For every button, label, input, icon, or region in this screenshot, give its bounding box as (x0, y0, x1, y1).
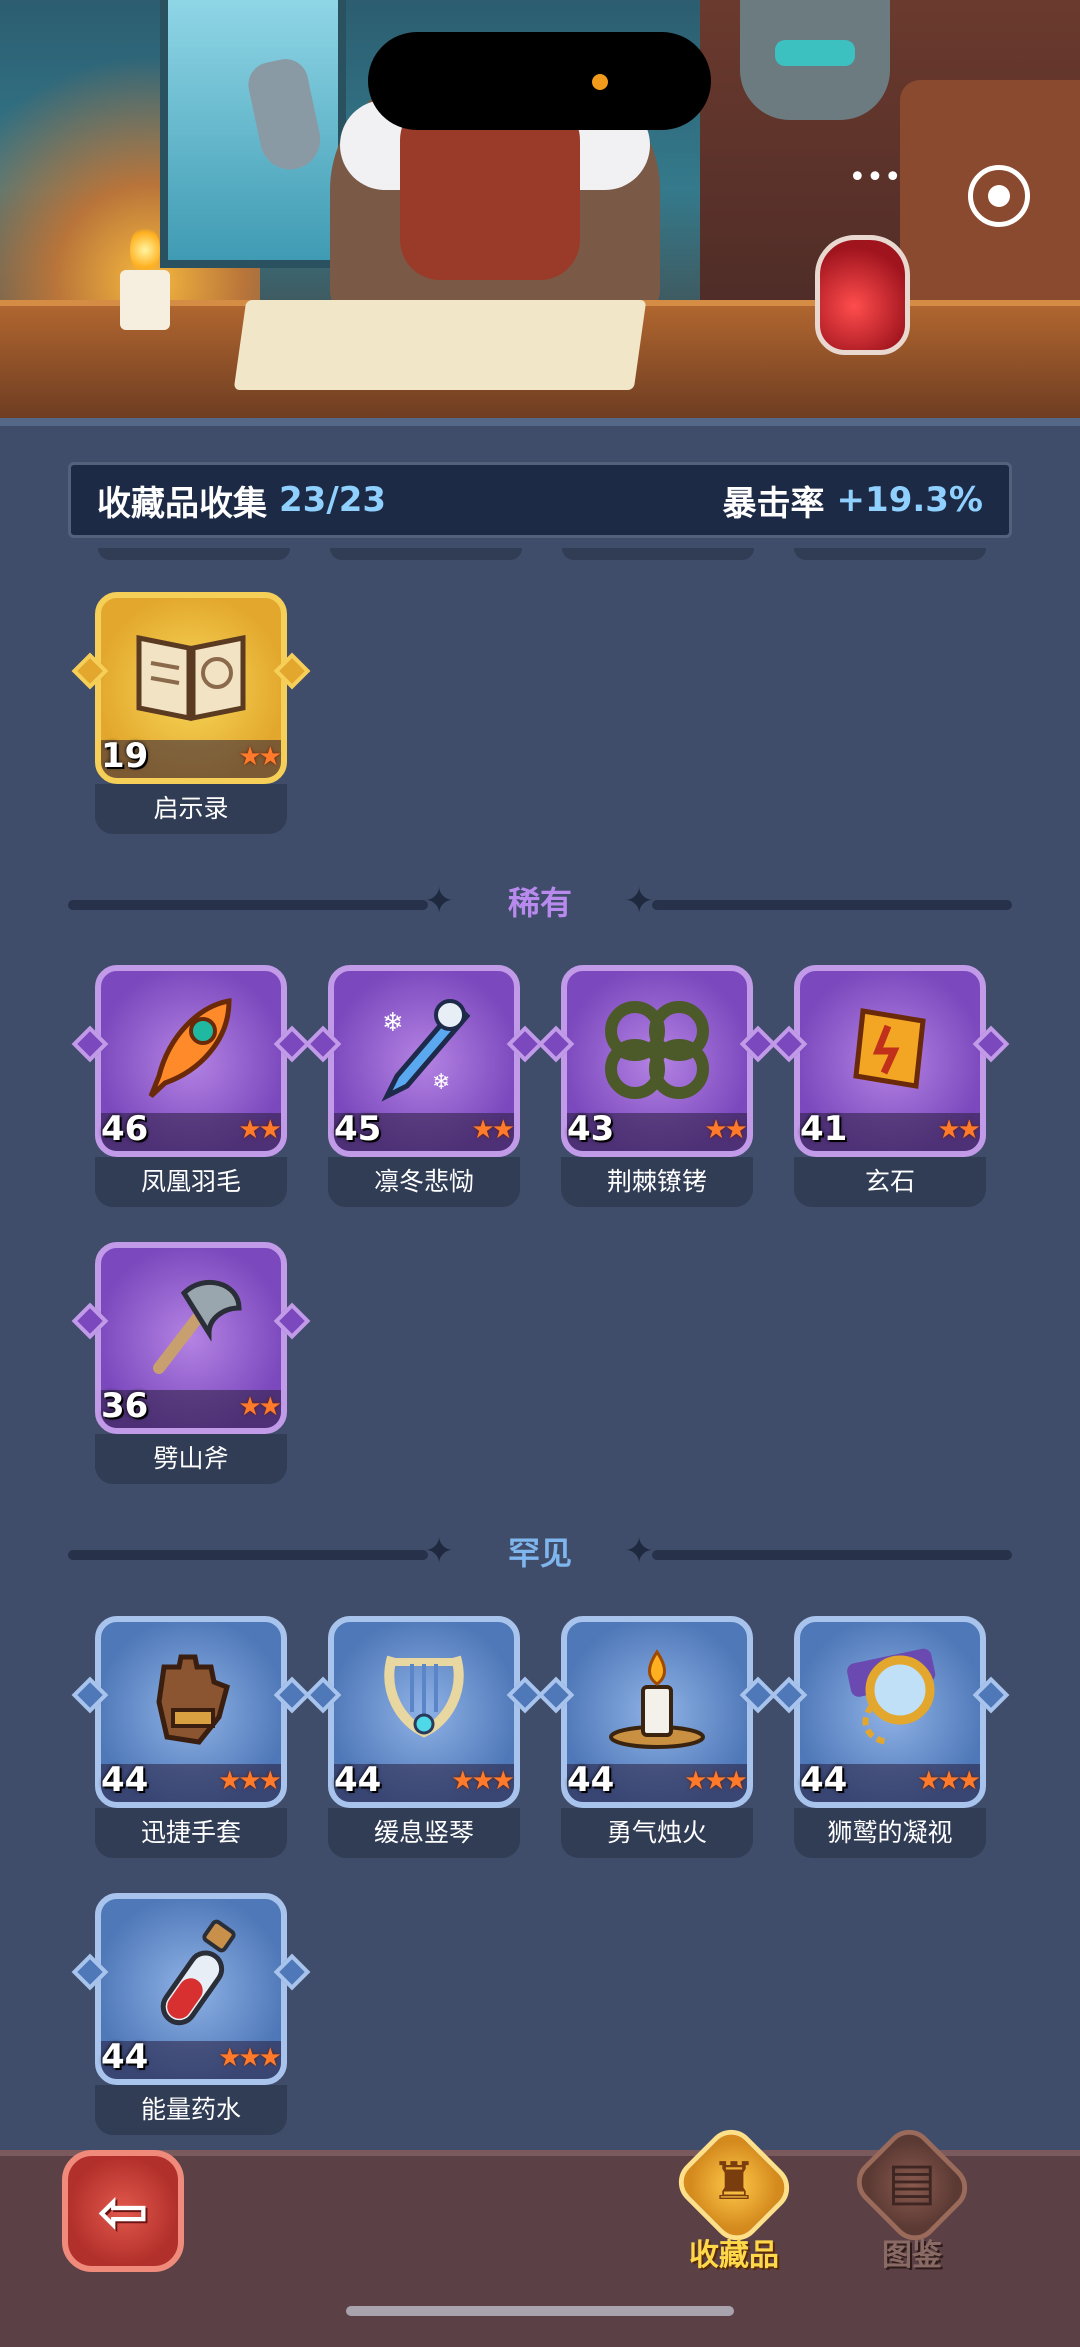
candle-icon (120, 270, 170, 330)
glove-icon (156, 1654, 230, 1745)
book-icon (136, 634, 246, 722)
item-star-rating: ★★ (471, 1115, 515, 1145)
collectible-card-rare-2[interactable]: 44 ★★★ 缓息竖琴 (304, 1616, 544, 1860)
scrolled-item-plate (98, 548, 290, 560)
axe-icon (153, 1279, 242, 1374)
collectible-card-epic-4[interactable]: 41 ★★ 玄石 (770, 965, 1010, 1209)
collection-progress: 23/23 (279, 480, 387, 520)
item-level: 19 (101, 736, 149, 776)
item-name: 劈山斧 (153, 1444, 229, 1473)
item-name: 凤凰羽毛 (140, 1167, 241, 1196)
home-indicator[interactable] (346, 2306, 734, 2316)
collection-title: 收藏品收集 (97, 483, 267, 524)
item-star-rating: ★★★ (684, 1766, 748, 1796)
item-level: 44 (800, 1760, 848, 1800)
scrolled-item-plate (794, 548, 986, 560)
feather-icon (148, 998, 232, 1098)
monocle-icon (847, 1648, 936, 1745)
item-star-rating: ★★ (238, 1392, 282, 1422)
tab-collection[interactable]: ♜ 收藏品 (664, 2119, 804, 2273)
item-level: 45 (334, 1109, 382, 1149)
book-icon: ▤ (887, 2152, 937, 2212)
candle-icon (609, 1649, 705, 1749)
tab-codex[interactable]: ▤ 图鉴 (842, 2119, 982, 2273)
item-name: 能量药水 (140, 2095, 241, 2124)
tab-collection-label: 收藏品 (689, 2238, 779, 2273)
item-star-rating: ★★ (238, 742, 282, 772)
potion-icon (160, 1919, 236, 2026)
item-level: 46 (101, 1109, 149, 1149)
item-name: 启示录 (153, 794, 229, 823)
section-divider-rare: ✦ ✦ 罕见 (68, 1530, 1012, 1576)
item-name: 玄石 (864, 1167, 915, 1196)
rune-stone-icon (853, 1008, 926, 1089)
collectible-card-epic-5[interactable]: 36 ★★ 劈山斧 (71, 1242, 311, 1486)
section-title-rare: 罕见 (507, 1534, 572, 1572)
collectible-card-rare-3[interactable]: 44 ★★★ 勇气烛火 (537, 1616, 777, 1860)
item-star-rating: ★★ (238, 1115, 282, 1145)
collectible-card-epic-2[interactable]: ❄ ❄ 45 ★★ 凛冬悲恸 (304, 965, 544, 1209)
item-name: 勇气烛火 (606, 1818, 707, 1847)
panel-edge (0, 418, 1080, 426)
item-star-rating: ★★ (704, 1115, 748, 1145)
svg-text:❄: ❄ (432, 1070, 450, 1095)
item-level: 43 (567, 1109, 615, 1149)
section-title-epic: 稀有 (507, 884, 572, 922)
back-button[interactable]: ⇦ (62, 2150, 184, 2272)
tiki-mask-eyes (775, 40, 855, 66)
more-options-button[interactable]: ••• (845, 160, 905, 195)
collectible-card-rare-1[interactable]: 44 ★★★ 迅捷手套 (71, 1616, 311, 1860)
item-level: 44 (101, 1760, 149, 1800)
collectible-card-rare-5[interactable]: 44 ★★★ 能量药水 (71, 1893, 311, 2137)
item-level: 41 (800, 1109, 848, 1149)
collectible-card-legendary-1[interactable]: 19 ★★ 启示录 (71, 592, 311, 836)
svg-text:❄: ❄ (382, 1008, 404, 1038)
section-divider-epic: ✦ ✦ 稀有 (68, 880, 1012, 926)
thorn-shackles-icon (605, 1001, 709, 1099)
item-star-rating: ★★★ (218, 2043, 282, 2073)
collectible-card-epic-3[interactable]: 43 ★★ 荆棘镣铐 (537, 965, 777, 1209)
camera-notch (368, 32, 711, 130)
item-name: 荆棘镣铐 (606, 1167, 707, 1196)
scrolled-item-plate (562, 548, 754, 560)
item-star-rating: ★★★ (218, 1766, 282, 1796)
item-star-rating: ★★★ (451, 1766, 515, 1796)
item-level: 44 (567, 1760, 615, 1800)
frost-sword-icon: ❄ ❄ (381, 999, 471, 1102)
item-star-rating: ★★ (937, 1115, 981, 1145)
harp-icon: ♜ (710, 2152, 758, 2212)
close-miniapp-button[interactable] (968, 165, 1030, 227)
item-name: 凛冬悲恸 (373, 1167, 474, 1196)
red-potion-icon (815, 235, 910, 355)
scrolled-item-plate (330, 548, 522, 560)
collectible-card-epic-1[interactable]: 46 ★★ 凤凰羽毛 (71, 965, 311, 1209)
item-level: 44 (101, 2037, 149, 2077)
candle-flame-icon (130, 225, 160, 275)
collectible-card-rare-4[interactable]: 44 ★★★ 狮鹫的凝视 (770, 1616, 1010, 1860)
item-level: 44 (334, 1760, 382, 1800)
item-star-rating: ★★★ (917, 1766, 981, 1796)
tab-codex-label: 图鉴 (882, 2238, 942, 2273)
item-name: 迅捷手套 (140, 1818, 241, 1847)
camera-indicator-dot (592, 74, 608, 90)
harp-icon (384, 1655, 464, 1738)
item-name: 狮鹫的凝视 (827, 1818, 953, 1847)
item-name: 缓息竖琴 (373, 1818, 474, 1847)
collection-summary-bar: 收藏品收集 23/23 暴击率 +19.3% (68, 462, 1012, 538)
crit-rate-value: +19.3% (836, 480, 983, 520)
treasure-map (233, 300, 647, 390)
item-level: 36 (101, 1386, 149, 1426)
crit-rate-label: 暴击率 (722, 483, 825, 524)
back-arrow-icon: ⇦ (97, 2174, 149, 2248)
